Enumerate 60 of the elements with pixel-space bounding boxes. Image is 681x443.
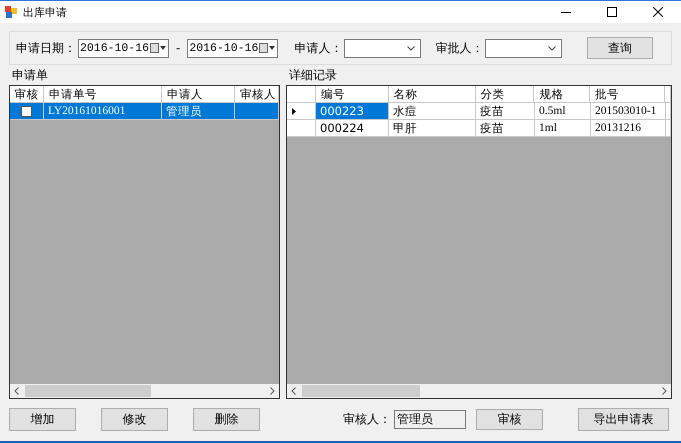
- dropdown[interactable]: [344, 38, 422, 58]
- table-cell: LY20161016001: [48, 104, 126, 118]
- table-row[interactable]: LY20161016001 管理员: [10, 103, 279, 120]
- query-button[interactable]: 查询: [587, 37, 653, 59]
- column-header[interactable]: 分类: [476, 86, 534, 103]
- column-header[interactable]: 规格: [534, 86, 590, 103]
- app-icon: [5, 6, 17, 18]
- caret-icon[interactable]: [548, 46, 556, 50]
- row-header[interactable]: [287, 103, 316, 120]
- scroll-left-icon[interactable]: [291, 387, 296, 395]
- column-header[interactable]: 申请单号: [44, 86, 162, 103]
- column-header[interactable]: 批号: [590, 86, 665, 103]
- calendar-dropdown-icon[interactable]: [150, 43, 166, 53]
- review-button[interactable]: 审核: [476, 408, 543, 430]
- table-cell: 管理员: [166, 104, 202, 118]
- scroll-right-icon[interactable]: [270, 387, 275, 395]
- scrollbar-thumb[interactable]: [302, 385, 420, 397]
- action-button[interactable]: 增加: [9, 408, 76, 430]
- column-header[interactable]: 审核人: [235, 86, 279, 103]
- column-header[interactable]: 编号: [316, 86, 389, 103]
- grid-corner: [287, 86, 316, 103]
- date-label: 申请日期：: [16, 40, 76, 56]
- horizontal-scrollbar[interactable]: [10, 384, 279, 398]
- column-header[interactable]: 申请人: [162, 86, 235, 103]
- checkbox[interactable]: [21, 106, 32, 116]
- table-cell: 201503010-1: [595, 104, 656, 118]
- table-cell: 1ml: [539, 120, 557, 136]
- table-cell: 0.5ml: [539, 104, 566, 118]
- approver-label: 审批人：: [435, 40, 484, 56]
- column-header[interactable]: 审核: [10, 86, 44, 103]
- reviewer-label: 审核人：: [343, 410, 391, 428]
- table-cell: 000224: [320, 120, 364, 136]
- close-icon[interactable]: [653, 7, 663, 17]
- date-picker[interactable]: 2016-10-16: [187, 38, 278, 58]
- action-button[interactable]: 删除: [193, 408, 260, 430]
- row-pointer-icon[interactable]: [292, 108, 296, 114]
- date-picker[interactable]: 2016-10-16: [78, 38, 169, 58]
- dropdown[interactable]: [485, 38, 562, 58]
- table-cell: 水痘: [393, 104, 417, 118]
- calendar-dropdown-icon[interactable]: [259, 43, 276, 53]
- column-header[interactable]: 名称: [388, 86, 476, 103]
- scroll-right-icon[interactable]: [662, 387, 667, 395]
- scroll-left-icon[interactable]: [14, 387, 19, 395]
- caret-icon[interactable]: [407, 46, 416, 50]
- maximize-icon[interactable]: [607, 7, 617, 17]
- table-cell: 甲肝: [393, 120, 417, 136]
- scrollbar-thumb[interactable]: [25, 385, 151, 397]
- table-cell: 20131216: [595, 120, 641, 136]
- action-button[interactable]: 修改: [101, 408, 168, 430]
- date-separator: -: [176, 41, 180, 55]
- applicant-label: 申请人：: [294, 40, 342, 56]
- reviewer-field[interactable]: 管理员: [394, 410, 466, 428]
- panel-title: 详细记录: [289, 69, 338, 82]
- export-button[interactable]: 导出申请表: [578, 408, 669, 430]
- window-title: 出库申请: [23, 4, 67, 20]
- table-cell: 000223: [320, 104, 364, 118]
- table-cell: 疫苗: [480, 104, 504, 118]
- panel-title: 申请单: [12, 69, 49, 82]
- table-cell: 疫苗: [480, 120, 504, 136]
- horizontal-scrollbar[interactable]: [287, 384, 671, 398]
